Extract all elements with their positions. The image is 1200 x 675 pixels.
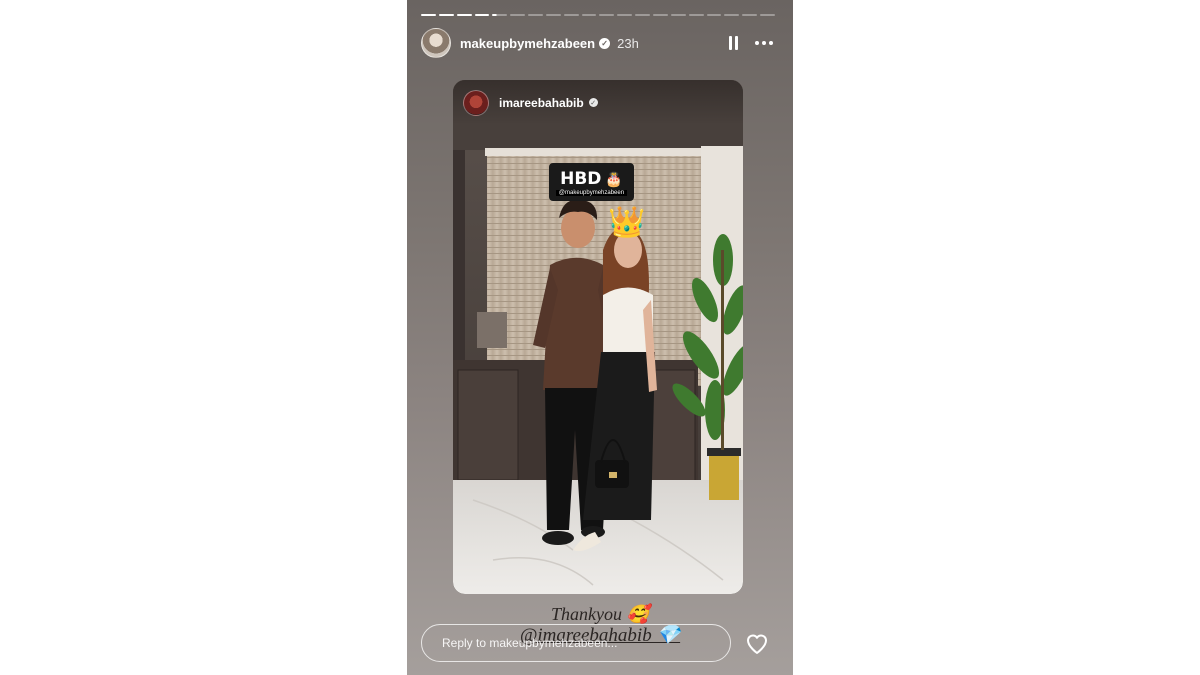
heart-icon[interactable]: [745, 632, 769, 656]
story-progress-bar: [421, 14, 775, 17]
progress-segment: [688, 14, 704, 16]
progress-segment: [545, 14, 561, 16]
pause-icon[interactable]: [729, 36, 741, 50]
shared-post-avatar[interactable]: [463, 89, 489, 116]
crown-icon: 👑: [608, 206, 646, 239]
progress-segment: [670, 14, 686, 16]
progress-segment: [635, 14, 650, 16]
progress-segment: [652, 14, 668, 16]
progress-segment: [617, 14, 633, 16]
progress-segment: [528, 14, 543, 16]
hbd-sticker: HBD 🎂 @makeupbymehzabeen: [549, 163, 634, 201]
more-horizontal-icon[interactable]: [755, 41, 773, 45]
shared-photo: [453, 80, 743, 594]
shared-post-header: imareebahabib ✓: [453, 80, 743, 125]
verified-badge-icon: ✓: [588, 98, 598, 107]
reply-input[interactable]: [440, 635, 730, 651]
progress-segment: [742, 14, 758, 16]
progress-segment: [510, 14, 526, 16]
story-username[interactable]: makeupbymehzabeen: [460, 36, 595, 51]
story-viewer[interactable]: makeupbymehzabeen ✓ 23h imareebahabib ✓ …: [407, 0, 793, 675]
progress-segment: [474, 14, 490, 16]
progress-segment: [456, 14, 472, 16]
shared-post-card[interactable]: imareebahabib ✓ HBD 🎂 @makeupbymehzabeen …: [453, 80, 743, 594]
hbd-sticker-text: HBD: [560, 168, 602, 189]
progress-segment: [706, 14, 722, 16]
progress-segment: [421, 14, 436, 16]
progress-segment: [599, 14, 615, 16]
progress-segment: [581, 14, 597, 16]
progress-segment: [438, 14, 454, 16]
sticker-mention[interactable]: @makeupbymehzabeen: [555, 189, 628, 196]
progress-segment: [563, 14, 579, 16]
story-header: makeupbymehzabeen ✓ 23h: [421, 27, 773, 59]
progress-segment: [724, 14, 740, 16]
story-timestamp: 23h: [617, 35, 639, 51]
cake-icon: 🎂: [605, 170, 623, 187]
reply-field[interactable]: [421, 624, 731, 662]
progress-segment: [492, 14, 508, 16]
progress-segment: [760, 14, 775, 16]
shared-post-username[interactable]: imareebahabib: [499, 96, 584, 110]
caption-line-1: Thankyou 🥰: [551, 604, 649, 624]
verified-badge-icon: ✓: [599, 37, 611, 49]
profile-avatar[interactable]: [421, 28, 451, 58]
